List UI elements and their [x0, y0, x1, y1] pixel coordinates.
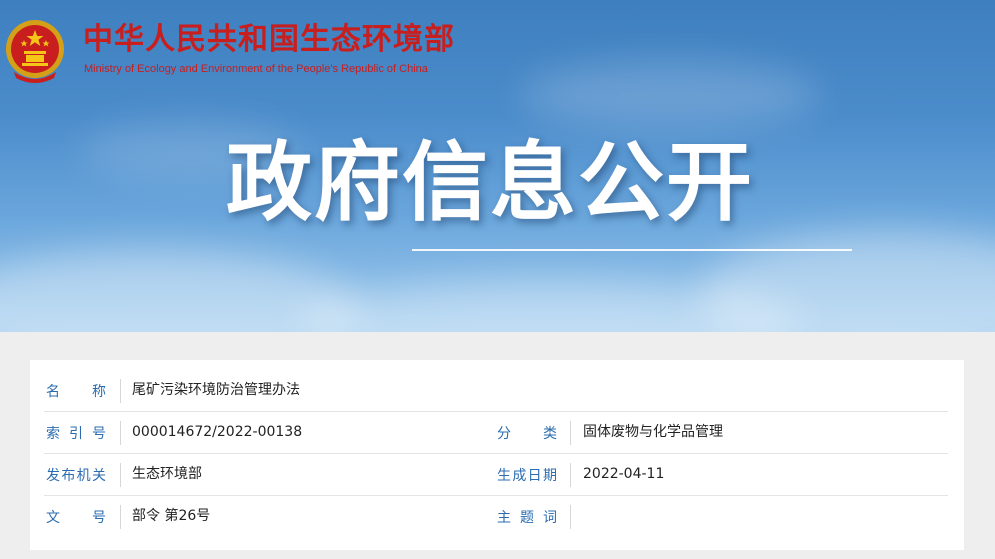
- docno-label: 文号: [46, 510, 106, 526]
- issuer-label: 发布机关: [46, 468, 106, 484]
- label-separator: [570, 505, 571, 529]
- date-label: 生成日期: [497, 468, 557, 484]
- banner-divider: [412, 249, 852, 251]
- label-separator: [120, 463, 121, 487]
- label-separator: [570, 421, 571, 445]
- label-separator: [120, 421, 121, 445]
- label-separator: [570, 463, 571, 487]
- docno-value: 部令 第26号: [132, 508, 211, 524]
- date-value: 2022-04-11: [583, 466, 665, 482]
- info-row-name: 名称 尾矿污染环境防治管理办法: [44, 370, 948, 412]
- ministry-name-cn[interactable]: 中华人民共和国生态环境部: [83, 22, 455, 58]
- index-value: 000014672/2022-00138: [132, 424, 303, 440]
- info-row-docno: 文号 部令 第26号 主题词: [44, 496, 948, 538]
- info-row-issuer: 发布机关 生态环境部 生成日期 2022-04-11: [44, 454, 948, 496]
- issuer-value: 生态环境部: [132, 466, 202, 482]
- subject-label: 主题词: [497, 510, 557, 526]
- national-emblem-icon[interactable]: [4, 16, 66, 86]
- info-row-index: 索引号 000014672/2022-00138 分类 固体废物与化学品管理: [44, 412, 948, 454]
- index-label: 索引号: [46, 426, 106, 442]
- document-info-card: 名称 尾矿污染环境防治管理办法 索引号 000014672/2022-00138…: [30, 360, 964, 550]
- label-separator: [120, 379, 121, 403]
- header-banner: 中华人民共和国生态环境部 Ministry of Ecology and Env…: [0, 0, 995, 332]
- banner-title: 政府信息公开: [226, 133, 754, 233]
- name-label: 名称: [46, 384, 106, 400]
- ministry-name-en[interactable]: Ministry of Ecology and Environment of t…: [84, 62, 428, 76]
- label-separator: [120, 505, 121, 529]
- category-value: 固体废物与化学品管理: [583, 424, 723, 440]
- category-label: 分类: [497, 426, 557, 442]
- name-value: 尾矿污染环境防治管理办法: [132, 382, 300, 398]
